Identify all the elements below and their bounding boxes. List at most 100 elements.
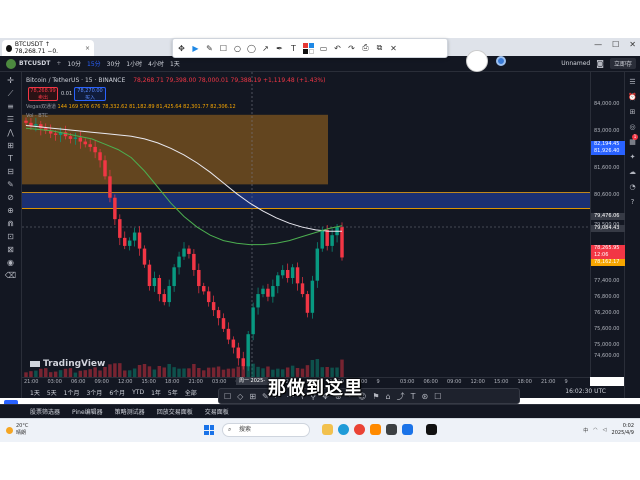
measure-icon[interactable]: ⊞ <box>7 141 14 151</box>
tab-close-icon[interactable]: × <box>85 45 90 52</box>
ruler-icon[interactable]: ⊘ <box>7 193 14 203</box>
help-icon[interactable]: ? <box>631 198 635 207</box>
range-1d[interactable]: 1天 <box>30 388 40 397</box>
tab-trading-panel[interactable]: 交易面板 <box>205 407 229 416</box>
maximize-icon[interactable]: ☐ <box>612 40 619 49</box>
color-swatch-blue[interactable] <box>309 42 314 48</box>
data-window-icon[interactable]: ⊞ <box>630 108 636 117</box>
draw-text-icon[interactable]: T <box>411 392 416 401</box>
rectangle-icon[interactable]: ☐ <box>219 44 228 53</box>
app-icon[interactable] <box>370 424 381 435</box>
browser-tab-active[interactable]: BTCUSDT ↑ 78,268.71 −0. × <box>2 40 94 56</box>
layout-name-button[interactable]: Unnamed <box>561 60 590 67</box>
volume-indicator-legend[interactable]: Vol · BTC <box>26 113 48 119</box>
edge-icon[interactable] <box>338 424 349 435</box>
legend-symbol[interactable]: Bitcoin / TetherUS · 15 · BINANCE <box>26 77 125 84</box>
taskbar-search-box[interactable]: 搜索 <box>222 423 310 437</box>
close-window-icon[interactable]: ✕ <box>629 40 636 49</box>
draw-export-icon[interactable]: ⤴ <box>397 391 405 402</box>
chat-icon[interactable]: ☁ <box>629 168 636 177</box>
magnet-icon[interactable]: ⋒ <box>7 219 14 229</box>
tab-strategy-tester[interactable]: 策略测试器 <box>115 407 145 416</box>
ime-indicator[interactable]: 中 <box>583 427 588 434</box>
crosshair-icon[interactable]: ✛ <box>7 76 14 86</box>
volume-icon[interactable]: ◁ <box>603 427 607 433</box>
draw-select-icon[interactable]: ☐ <box>224 392 231 401</box>
timeframe-1h[interactable]: 1小时 <box>126 59 142 68</box>
move-icon[interactable]: ✥ <box>177 44 186 53</box>
compare-add-icon[interactable]: + <box>56 60 61 67</box>
range-5d[interactable]: 5天 <box>47 388 57 397</box>
draw-home-icon[interactable]: ⌂ <box>386 392 391 401</box>
tab-pine-editor[interactable]: Pine编辑器 <box>72 407 103 416</box>
price-axis[interactable]: 84,000.0083,000.0081,600.0080,600.0079,5… <box>590 72 625 377</box>
watchlist-icon[interactable]: ☰ <box>629 78 635 87</box>
windows-start-icon[interactable] <box>204 425 214 435</box>
save-screenshot-icon[interactable]: ⎙ <box>361 43 370 53</box>
brush-icon[interactable]: ✎ <box>7 180 14 190</box>
zoom-icon[interactable]: ⊕ <box>7 206 14 216</box>
ideas-icon[interactable]: ✦ <box>630 153 636 162</box>
draw-grid-icon[interactable]: ⊞ <box>249 392 256 401</box>
timeframe-15m[interactable]: 15分 <box>87 59 101 68</box>
color-swatch-black[interactable] <box>303 48 308 54</box>
undo-icon[interactable]: ↶ <box>333 44 342 53</box>
wifi-icon[interactable]: ◠ <box>593 427 597 433</box>
utc-clock[interactable]: 16:02:30 UTC <box>565 388 606 395</box>
range-3m[interactable]: 3个月 <box>86 388 102 397</box>
close-annotation-icon[interactable]: ✕ <box>389 44 398 53</box>
range-all[interactable]: 全部 <box>185 388 197 397</box>
file-explorer-icon[interactable] <box>322 424 333 435</box>
minimize-icon[interactable]: — <box>594 40 602 49</box>
pattern-icon[interactable]: ⋀ <box>7 128 14 138</box>
arrow-icon[interactable]: ↗ <box>261 44 270 53</box>
camera-icon[interactable]: ◙ <box>596 59 604 69</box>
range-1y[interactable]: 1年 <box>151 388 161 397</box>
range-5y[interactable]: 5年 <box>168 388 178 397</box>
user-logo-icon[interactable] <box>6 58 16 69</box>
color-swatch-white[interactable] <box>309 48 314 54</box>
draw-box-icon[interactable]: ☐ <box>434 392 441 401</box>
range-1m[interactable]: 1个月 <box>64 388 80 397</box>
tab-replay-trading[interactable]: 回放交易面板 <box>157 407 193 416</box>
profile-avatar[interactable] <box>496 56 506 66</box>
draw-flag-icon[interactable]: ⚑ <box>372 392 379 401</box>
draw-shape-icon[interactable]: ◇ <box>237 392 243 401</box>
app-icon[interactable] <box>402 424 413 435</box>
trash-icon[interactable]: ⌫ <box>5 271 16 281</box>
app-icon[interactable] <box>386 424 397 435</box>
sell-button[interactable]: 78,268.99 卖出 <box>28 87 58 101</box>
position-icon[interactable]: ⊟ <box>7 167 14 177</box>
circle-icon[interactable]: ○ <box>233 44 242 53</box>
eye-icon[interactable]: ◉ <box>7 258 14 268</box>
symbol-search-button[interactable]: BTCUSDT <box>19 60 50 67</box>
text-icon[interactable]: T <box>289 44 298 53</box>
lock-icon[interactable]: ⊡ <box>7 232 14 242</box>
fib-icon[interactable]: ☰ <box>7 115 14 125</box>
horizontal-lines-icon[interactable]: ≡ <box>7 102 14 112</box>
tab-stock-screener[interactable]: 股票筛选器 <box>30 407 60 416</box>
range-6m[interactable]: 6个月 <box>109 388 125 397</box>
timeframe-30m[interactable]: 30分 <box>107 59 121 68</box>
color-swatch-red[interactable] <box>303 42 308 48</box>
buy-button[interactable]: 78,270.00 买入 <box>74 87 106 101</box>
pointer-icon[interactable]: ▶ <box>191 44 200 53</box>
alerts-icon[interactable]: ⏰ <box>628 93 637 102</box>
marker-icon[interactable]: ✒ <box>275 44 284 53</box>
weather-widget[interactable]: 20°C 晴朗 <box>6 423 28 437</box>
draw-settings-icon[interactable]: ⊛ <box>422 392 429 401</box>
range-ytd[interactable]: YTD <box>132 389 144 396</box>
indicator-legend[interactable]: Vegas双通道 144 169 576 676 78,332.62 81,18… <box>26 103 236 110</box>
notifications-icon[interactable]: ◔ <box>629 183 635 192</box>
hotlist-icon[interactable]: ◎ <box>629 123 635 132</box>
eraser-icon[interactable]: ▭ <box>319 44 328 53</box>
pen-icon[interactable]: ✎ <box>205 44 214 53</box>
lock-all-icon[interactable]: ⊠ <box>7 245 14 255</box>
save-button[interactable]: 立即存 <box>609 58 636 69</box>
taskbar-clock[interactable]: 0:02 2025/4/9 <box>612 423 634 437</box>
copy-icon[interactable]: ⧉ <box>375 43 384 53</box>
timeframe-1d[interactable]: 1天 <box>170 59 180 68</box>
tradingview-app-icon[interactable] <box>426 424 437 435</box>
ellipse-icon[interactable]: ◯ <box>247 44 256 53</box>
text-tool-icon[interactable]: T <box>8 154 13 164</box>
